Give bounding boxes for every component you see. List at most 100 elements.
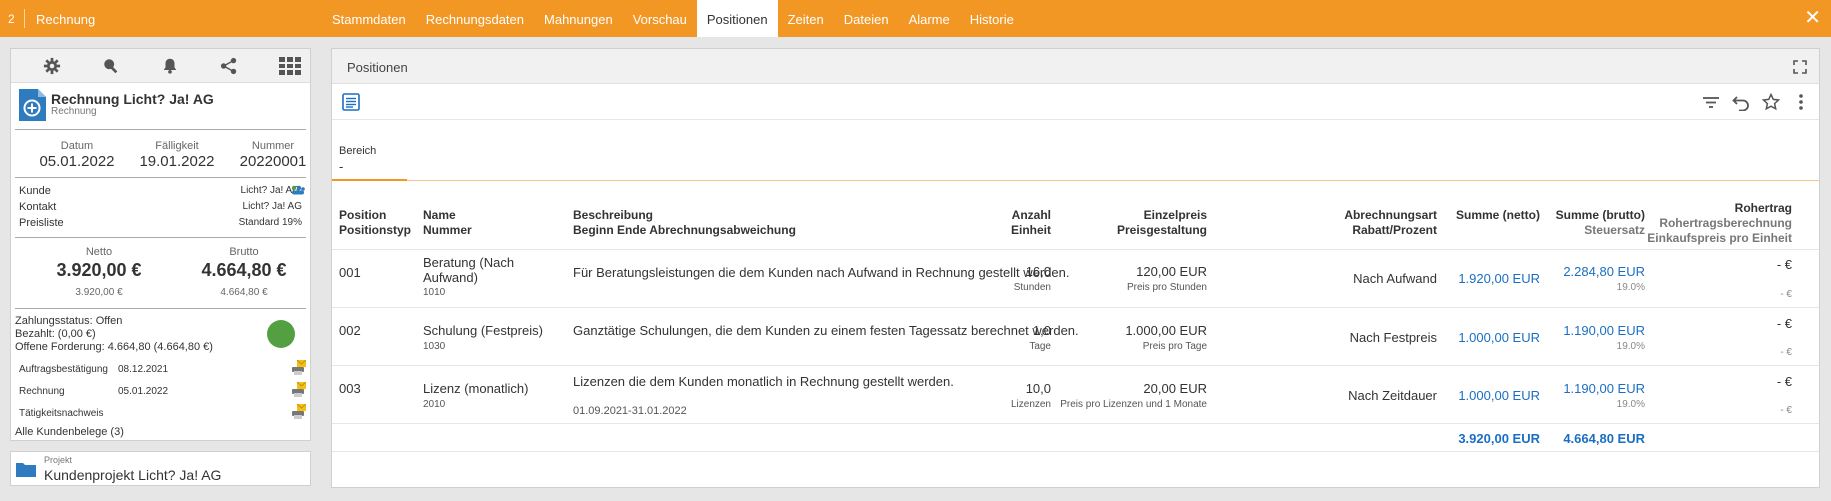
cell-anzahl: 1,0 — [1032, 323, 1051, 338]
tab-zeiten[interactable]: Zeiten — [778, 0, 834, 37]
divider — [332, 307, 1819, 308]
header-name[interactable]: Name Nummer — [423, 208, 472, 238]
preisliste-value[interactable]: Standard 19% — [239, 217, 302, 228]
header-summe-brutto[interactable]: Summe (brutto) Steuersatz — [1556, 208, 1645, 238]
folder-icon — [16, 463, 36, 477]
beleg-date: 05.01.2022 — [118, 386, 169, 397]
tab-stammdaten[interactable]: Stammdaten — [322, 0, 416, 37]
tab-positionen[interactable]: Positionen — [696, 0, 778, 37]
window-title: Rechnung — [36, 12, 96, 27]
cell-steuersatz: 19.0% — [1616, 282, 1645, 293]
datum-value: 05.01.2022 — [39, 153, 115, 170]
share-icon[interactable] — [220, 57, 238, 75]
tab-historie[interactable]: Historie — [960, 0, 1024, 37]
cell-position: 001 — [339, 265, 361, 280]
expand-icon[interactable] — [1793, 60, 1807, 74]
panel-toolbar — [332, 84, 1819, 120]
header-summe-netto[interactable]: Summe (netto) — [1456, 208, 1540, 223]
brutto-label: Brutto — [229, 246, 259, 258]
cell-einkaufspreis: - € — [1780, 289, 1792, 300]
cell-summe-brutto[interactable]: 1.190,00 EUR — [1563, 381, 1645, 396]
tab-mahnungen[interactable]: Mahnungen — [534, 0, 623, 37]
offene-forderung: Offene Forderung: 4.664,80 (4.664,80 €) — [15, 341, 213, 353]
divider — [332, 365, 1819, 366]
top-bar: 2 Rechnung Stammdaten Rechnungsdaten Mah… — [0, 0, 1831, 37]
tab-vorschau[interactable]: Vorschau — [623, 0, 697, 37]
beleg-date: 08.12.2021 — [118, 364, 169, 375]
list-icon[interactable] — [342, 93, 360, 111]
netto-label: Netto — [85, 246, 113, 258]
project-value: Kundenprojekt Licht? Ja! AG — [44, 467, 222, 483]
cell-einzelpreis: 1.000,00 EUR — [1125, 323, 1207, 338]
header-beschreibung[interactable]: Beschreibung Beginn Ende Abrechnungsabwei… — [573, 208, 796, 238]
project-card[interactable]: Projekt Kundenprojekt Licht? Ja! AG — [10, 451, 311, 486]
star-icon[interactable] — [1762, 93, 1780, 111]
cell-einkaufspreis: - € — [1780, 405, 1792, 416]
grid-icon[interactable] — [279, 57, 301, 75]
cell-rohertrag: - € — [1776, 374, 1792, 389]
beleg-label[interactable]: Tätigkeitsnachweis — [19, 408, 103, 419]
gear-icon[interactable] — [43, 57, 61, 75]
separator — [24, 9, 25, 28]
cell-summe-netto[interactable]: 1.000,00 EUR — [1458, 330, 1540, 345]
cell-steuersatz: 19.0% — [1616, 341, 1645, 352]
tab-dateien[interactable]: Dateien — [834, 0, 899, 37]
invoice-title: Rechnung Licht? Ja! AG — [51, 91, 214, 107]
bezahlt: Bezahlt: (0,00 €) — [15, 328, 96, 340]
divider — [15, 129, 306, 130]
preisliste-label: Preisliste — [19, 217, 64, 229]
cell-einzelpreis: 120,00 EUR — [1136, 264, 1207, 279]
header-einzelpreis[interactable]: Einzelpreis Preisgestaltung — [1117, 208, 1207, 238]
cell-einzelpreis: 20,00 EUR — [1143, 381, 1207, 396]
header-abrechnungsart[interactable]: Abrechnungsart Rabatt/Prozent — [1337, 208, 1437, 238]
close-icon[interactable]: ✕ — [1804, 8, 1821, 28]
undo-icon[interactable] — [1732, 93, 1750, 111]
link-people-icon[interactable] — [291, 185, 305, 195]
cell-position: 003 — [339, 381, 361, 396]
cell-preisgestaltung: Preis pro Tage — [1142, 341, 1207, 352]
search-icon[interactable] — [102, 57, 120, 75]
tab-bar: Stammdaten Rechnungsdaten Mahnungen Vors… — [322, 0, 1024, 37]
printer-mail-icon[interactable] — [290, 382, 306, 398]
cell-preisgestaltung: Preis pro Stunden — [1126, 282, 1207, 293]
cell-einheit: Tage — [1029, 341, 1051, 352]
cell-summe-brutto[interactable]: 1.190,00 EUR — [1563, 323, 1645, 338]
header-position[interactable]: Position Positionstyp — [339, 208, 411, 238]
divider — [15, 308, 306, 309]
bell-icon[interactable] — [161, 57, 179, 75]
header-rohertrag[interactable]: Rohertrag Rohertragsberechnung Einkaufspre… — [1647, 201, 1792, 246]
invoice-subtitle: Rechnung — [51, 106, 97, 117]
cell-einheit: Stunden — [1013, 282, 1051, 293]
cell-summe-netto[interactable]: 1.000,00 EUR — [1458, 388, 1540, 403]
printer-mail-icon[interactable] — [290, 360, 306, 376]
cell-summe-brutto[interactable]: 2.284,80 EUR — [1563, 264, 1645, 279]
cell-nummer: 1030 — [423, 341, 446, 352]
nummer-label: Nummer — [251, 140, 295, 152]
cell-summe-netto[interactable]: 1.920,00 EUR — [1458, 271, 1540, 286]
filter-icon[interactable] — [1702, 93, 1720, 111]
invoice-summary-card: Rechnung Licht? Ja! AG Rechnung Datum 05… — [10, 48, 311, 441]
alle-kundenbelege-link[interactable]: Alle Kundenbelege (3) — [15, 426, 124, 438]
cell-name: Beratung (Nach Aufwand) — [423, 255, 515, 285]
printer-mail-icon[interactable] — [290, 404, 306, 420]
beleg-label[interactable]: Auftragsbestätigung — [19, 364, 108, 375]
cell-abrechnungsart: Nach Festpreis — [1349, 330, 1437, 345]
beleg-label[interactable]: Rechnung — [19, 386, 65, 397]
tab-rechnungsdaten[interactable]: Rechnungsdaten — [416, 0, 534, 37]
divider — [332, 249, 1819, 250]
cell-zeitraum: 01.09.2021-31.01.2022 — [573, 405, 687, 417]
kontakt-label: Kontakt — [19, 201, 57, 213]
brutto-value: 4.664,80 € — [201, 260, 287, 280]
more-vertical-icon[interactable] — [1792, 93, 1810, 111]
header-anzahl[interactable]: Anzahl Einheit — [1011, 208, 1051, 238]
cell-rohertrag: - € — [1776, 257, 1792, 272]
card-icon-bar — [11, 49, 310, 83]
cell-name: Lizenz (monatlich) — [423, 381, 529, 396]
divider — [332, 423, 1819, 424]
faelligkeit-label: Fälligkeit — [155, 140, 199, 152]
tab-alarme[interactable]: Alarme — [899, 0, 960, 37]
kontakt-value[interactable]: Licht? Ja! AG — [243, 201, 302, 212]
cell-beschreibung: Lizenzen die dem Kunden monatlich in Rec… — [573, 374, 954, 389]
bereich-value[interactable]: - — [339, 159, 343, 174]
cell-einheit: Lizenzen — [1010, 399, 1051, 410]
